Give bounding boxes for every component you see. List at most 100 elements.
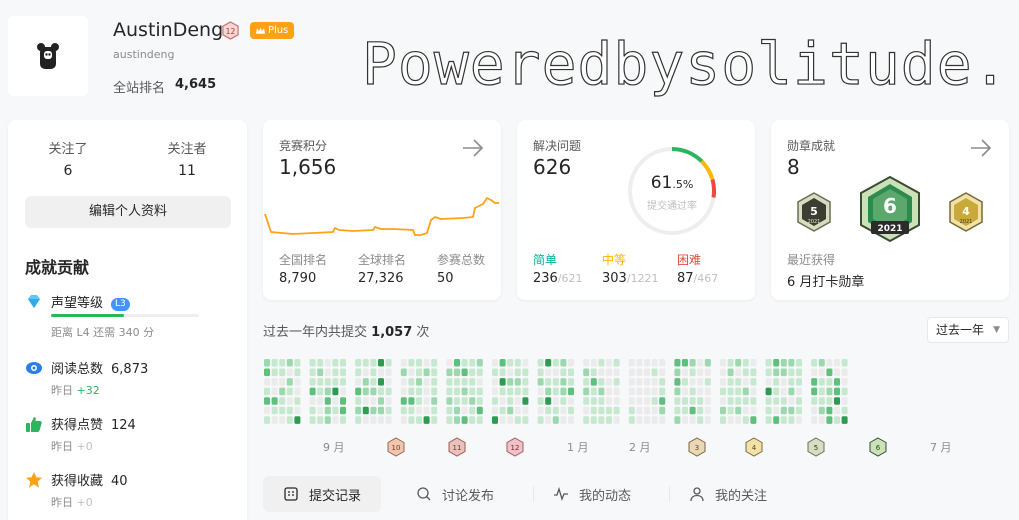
heatmap-cell[interactable] (765, 387, 772, 396)
heatmap-cell[interactable] (294, 359, 301, 367)
heatmap-cell[interactable] (286, 387, 293, 396)
heatmap-cell[interactable] (598, 406, 605, 415)
heatmap-cell[interactable] (613, 378, 620, 386)
heatmap-cell[interactable] (461, 359, 468, 367)
heatmap-cell[interactable] (522, 359, 529, 367)
heatmap-cell[interactable] (400, 406, 407, 415)
heatmap-cell[interactable] (461, 397, 468, 405)
heatmap-cell[interactable] (704, 368, 711, 377)
heatmap-cell[interactable] (727, 406, 734, 415)
heatmap-cell[interactable] (818, 378, 825, 386)
heatmap-cell[interactable] (841, 397, 848, 405)
heatmap-cell[interactable] (560, 378, 567, 386)
badge-oct-icon[interactable]: 10 (386, 437, 406, 457)
heatmap-cell[interactable] (735, 368, 742, 377)
heatmap-cell[interactable] (773, 387, 780, 396)
contest-rating-card[interactable]: 竞赛积分 1,656 全国排名 8,790 全球排名 27,326 参赛总数 5… (263, 120, 501, 300)
heatmap-cell[interactable] (613, 416, 620, 424)
heatmap-cell[interactable] (697, 359, 704, 367)
heatmap-cell[interactable] (659, 368, 666, 377)
heatmap-cell[interactable] (826, 387, 833, 396)
heatmap-cell[interactable] (446, 359, 453, 367)
heatmap-cell[interactable] (750, 378, 757, 386)
heatmap-cell[interactable] (689, 397, 696, 405)
heatmap-cell[interactable] (507, 359, 514, 367)
heatmap-cell[interactable] (834, 359, 840, 367)
plus-badge[interactable]: Plus (250, 22, 295, 39)
heatmap-cell[interactable] (796, 359, 802, 367)
heatmap-cell[interactable] (606, 378, 612, 386)
heatmap-cell[interactable] (568, 406, 574, 415)
heatmap-cell[interactable] (385, 359, 392, 367)
heatmap-cell[interactable] (628, 416, 635, 424)
heatmap-cell[interactable] (720, 406, 726, 415)
heatmap-cell[interactable] (583, 406, 590, 415)
heatmap-cell[interactable] (279, 397, 286, 405)
heatmap-cell[interactable] (492, 406, 498, 415)
heatmap-cell[interactable] (628, 359, 635, 367)
heatmap-cell[interactable] (659, 416, 666, 424)
heatmap-cell[interactable] (811, 378, 818, 386)
heatmap-cell[interactable] (355, 406, 362, 415)
heatmap-cell[interactable] (454, 378, 460, 386)
heatmap-cell[interactable] (423, 387, 430, 396)
heatmap-cell[interactable] (735, 359, 742, 367)
heatmap-cell[interactable] (606, 416, 612, 424)
heatmap-cell[interactable] (720, 378, 726, 386)
heatmap-cell[interactable] (788, 378, 795, 386)
badge-may-small-icon[interactable]: 5 (806, 437, 826, 457)
heatmap-cell[interactable] (355, 368, 362, 377)
heatmap-cell[interactable] (309, 416, 316, 424)
heatmap-cell[interactable] (811, 397, 818, 405)
heatmap-cell[interactable] (659, 406, 666, 415)
heatmap-cell[interactable] (324, 359, 331, 367)
heatmap-cell[interactable] (431, 359, 438, 367)
heatmap-cell[interactable] (583, 397, 590, 405)
heatmap-cell[interactable] (400, 368, 407, 377)
heatmap-cell[interactable] (492, 368, 498, 377)
heatmap-cell[interactable] (461, 416, 468, 424)
heatmap-cell[interactable] (735, 387, 742, 396)
heatmap-cell[interactable] (514, 416, 521, 424)
heatmap-cell[interactable] (400, 416, 407, 424)
heatmap-cell[interactable] (568, 416, 574, 424)
heatmap-cell[interactable] (788, 406, 795, 415)
heatmap-cell[interactable] (841, 387, 848, 396)
heatmap-cell[interactable] (765, 406, 772, 415)
heatmap-cell[interactable] (446, 378, 453, 386)
heatmap-cell[interactable] (294, 387, 301, 396)
heatmap-cell[interactable] (720, 397, 726, 405)
heatmap-cell[interactable] (279, 406, 286, 415)
heatmap-cell[interactable] (674, 397, 681, 405)
heatmap-cell[interactable] (773, 378, 780, 386)
heatmap-cell[interactable] (780, 387, 787, 396)
heatmap-cell[interactable] (385, 406, 392, 415)
heatmap-cell[interactable] (370, 387, 377, 396)
edit-profile-button[interactable]: 编辑个人资料 (25, 196, 231, 228)
heatmap-cell[interactable] (324, 416, 331, 424)
heatmap-cell[interactable] (590, 416, 597, 424)
heatmap-cell[interactable] (552, 368, 559, 377)
heatmap-cell[interactable] (514, 359, 521, 367)
heatmap-cell[interactable] (796, 397, 802, 405)
heatmap-cell[interactable] (469, 387, 476, 396)
heatmap-cell[interactable] (370, 359, 377, 367)
heatmap-cell[interactable] (788, 416, 795, 424)
heatmap-cell[interactable] (499, 406, 506, 415)
heatmap-cell[interactable] (826, 359, 833, 367)
heatmap-cell[interactable] (385, 416, 392, 424)
heatmap-cell[interactable] (423, 368, 430, 377)
heatmap-cell[interactable] (796, 416, 802, 424)
heatmap-cell[interactable] (811, 387, 818, 396)
heatmap-cell[interactable] (469, 416, 476, 424)
heatmap-cell[interactable] (476, 406, 483, 415)
badge-april-icon[interactable]: 4 2021 (947, 191, 985, 235)
heatmap-cell[interactable] (332, 397, 339, 405)
heatmap-cell[interactable] (628, 387, 635, 396)
heatmap-cell[interactable] (370, 378, 377, 386)
heatmap-cell[interactable] (613, 397, 620, 405)
heatmap-cell[interactable] (492, 387, 498, 396)
heatmap-cell[interactable] (651, 378, 658, 386)
heatmap-cell[interactable] (286, 416, 293, 424)
heatmap-cell[interactable] (818, 359, 825, 367)
